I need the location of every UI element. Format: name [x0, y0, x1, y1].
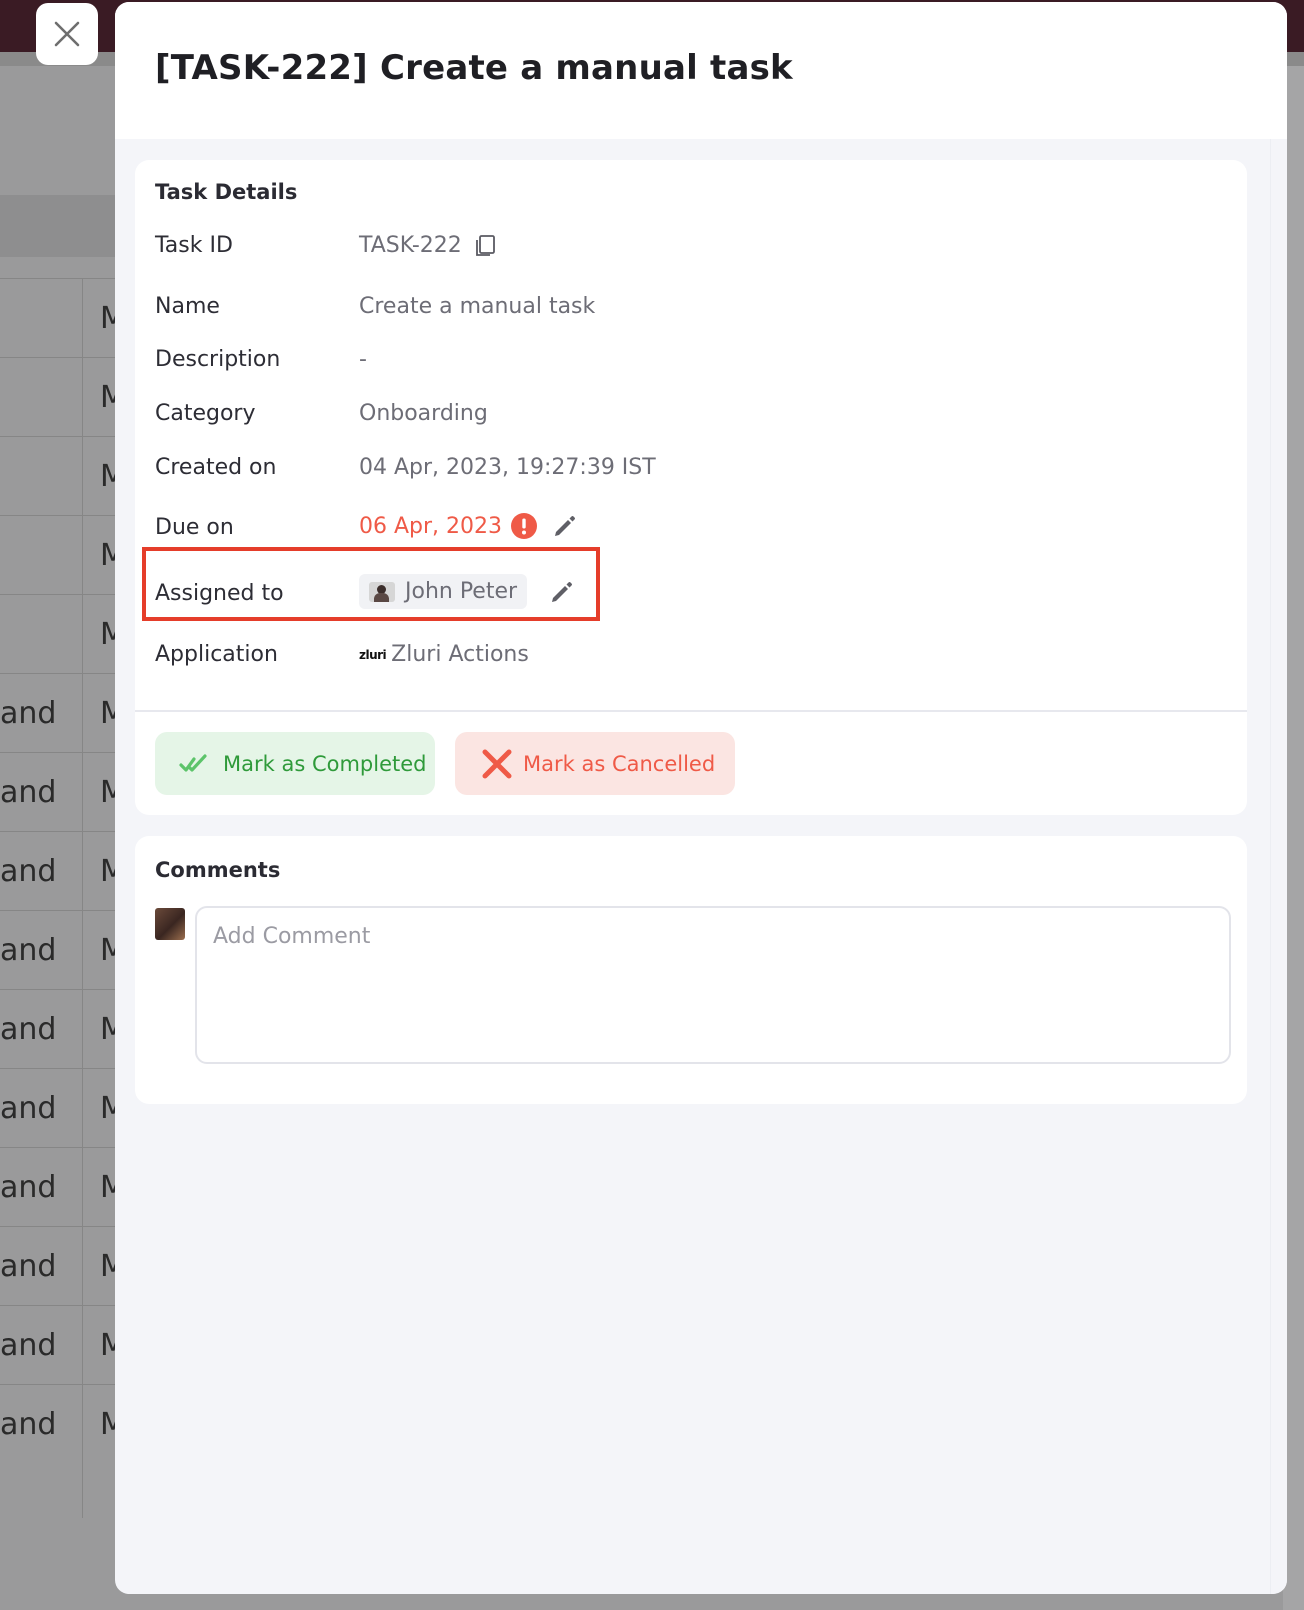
background-cell-text: M [100, 380, 116, 415]
background-cell-text: M [100, 933, 116, 968]
background-table-row: and a M [0, 1384, 120, 1463]
zluri-logo: zluri [359, 647, 387, 662]
background-table-row: M [0, 436, 120, 515]
background-table-row: M [0, 278, 120, 357]
details-divider [135, 710, 1247, 712]
background-cell-text: M [100, 696, 116, 731]
background-table-row: M [0, 357, 120, 436]
background-table-row: and a M [0, 831, 120, 910]
background-cell-text: M [100, 1170, 116, 1205]
background-cell-text: and a [0, 1170, 64, 1205]
background-table-row: and a M [0, 673, 120, 752]
drawer-title: [TASK-222] Create a manual task [155, 48, 793, 88]
application-label: Application [155, 642, 278, 667]
background-cell-text: M [100, 301, 116, 336]
edit-due-date-pencil-icon[interactable] [552, 513, 578, 539]
background-cell-text: M [100, 1091, 116, 1126]
background-cell-text: M [100, 1249, 116, 1284]
background-table-row: M [0, 594, 120, 673]
background-cell-text: and a [0, 1012, 64, 1047]
background-table-row: and a M [0, 1068, 120, 1147]
category-label: Category [155, 401, 256, 426]
application-value: Zluri Actions [391, 642, 529, 667]
background-cell-text: M [100, 538, 116, 573]
background-table-row: and a M [0, 752, 120, 831]
background-table-row: and a M [0, 989, 120, 1068]
close-icon [54, 21, 80, 47]
background-cell-text: M [100, 459, 116, 494]
category-value: Onboarding [359, 401, 488, 426]
mark-cancelled-button[interactable]: Mark as Cancelled [455, 732, 735, 795]
mark-completed-button[interactable]: Mark as Completed [155, 732, 435, 795]
background-cell-text: and a [0, 1091, 64, 1126]
due-on-label: Due on [155, 515, 234, 540]
mark-cancelled-label: Mark as Cancelled [523, 751, 716, 776]
comments-heading: Comments [155, 858, 281, 882]
name-label: Name [155, 294, 220, 319]
description-label: Description [155, 347, 281, 372]
task-details-card: Task Details Task ID TASK-222 Name Creat… [135, 160, 1247, 815]
application-row: zluri Zluri Actions [359, 642, 529, 667]
background-table: M M M M Mand a Mand a Mand a Mand a Mand a Mand a… [0, 278, 120, 1463]
background-cell-text: M [100, 1407, 116, 1442]
background-cell-text: M [100, 1012, 116, 1047]
background-table-row: and a M [0, 1305, 120, 1384]
comments-card: Comments [135, 836, 1247, 1104]
copy-icon[interactable] [474, 234, 498, 258]
created-on-label: Created on [155, 455, 277, 480]
background-cell-text: M [100, 854, 116, 889]
due-on-row: 06 Apr, 2023 [359, 512, 578, 540]
background-cell-text: and a [0, 1328, 64, 1363]
background-cell-text: and a [0, 1407, 64, 1442]
cross-icon [482, 749, 512, 778]
double-check-icon [179, 753, 207, 772]
background-cell-text: and a [0, 696, 64, 731]
current-user-avatar [155, 908, 185, 940]
drawer-header: [TASK-222] Create a manual task [115, 2, 1287, 139]
created-on-value: 04 Apr, 2023, 19:27:39 IST [359, 455, 656, 480]
background-cell-text: and a [0, 854, 64, 889]
background-table-row: M [0, 515, 120, 594]
background-cell-text: M [100, 617, 116, 652]
drawer-scrollbar[interactable] [1270, 139, 1287, 1594]
name-value: Create a manual task [359, 294, 596, 319]
task-details-heading: Task Details [155, 180, 298, 204]
task-id-value: TASK-222 [359, 233, 462, 258]
assigned-to-highlight-box [142, 547, 600, 621]
background-cell-text: M [100, 1328, 116, 1363]
close-drawer-button[interactable] [36, 3, 98, 65]
task-drawer: [TASK-222] Create a manual task Task Det… [115, 2, 1287, 1594]
overdue-alert-icon [510, 512, 538, 540]
task-id-row: TASK-222 [359, 233, 498, 258]
due-on-value: 06 Apr, 2023 [359, 513, 503, 539]
background-table-row: and a M [0, 1147, 120, 1226]
background-cell-text: and a [0, 775, 64, 810]
background-header-band [0, 195, 120, 257]
add-comment-input[interactable] [195, 906, 1231, 1064]
mark-completed-label: Mark as Completed [223, 751, 427, 776]
background-table-row: and a M [0, 910, 120, 989]
background-cell-text: and a [0, 1249, 64, 1284]
task-id-label: Task ID [155, 233, 233, 258]
background-cell-text: and a [0, 933, 64, 968]
background-cell-text: M [100, 775, 116, 810]
background-table-row: and a M [0, 1226, 120, 1305]
description-value: - [359, 347, 367, 372]
